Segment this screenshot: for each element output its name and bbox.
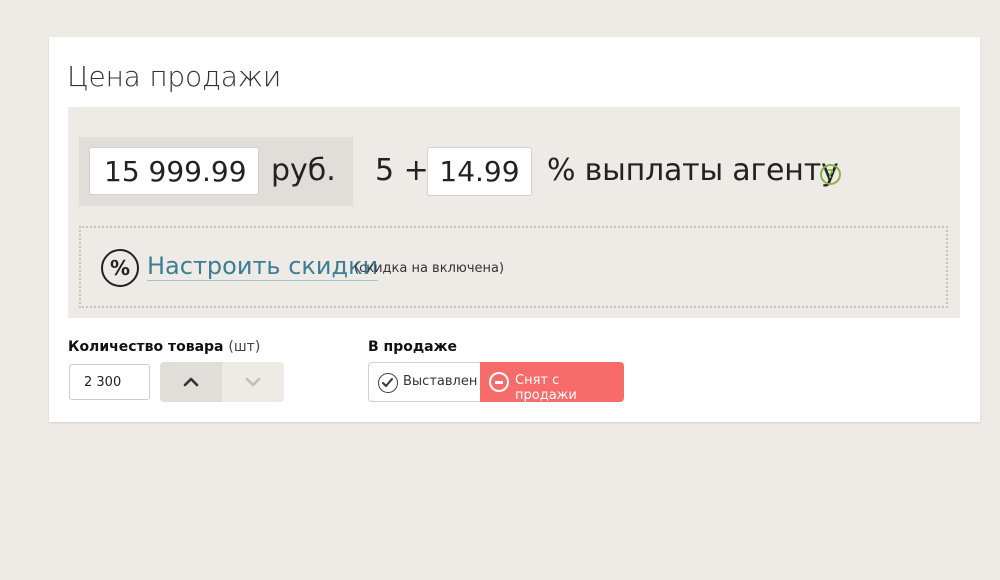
delisted-toggle-button[interactable]: Снят с продажи <box>480 362 624 403</box>
currency-label: руб. <box>271 153 336 188</box>
quantity-decrement-button[interactable] <box>222 362 284 402</box>
listed-toggle-button[interactable]: Выставлен <box>368 362 480 402</box>
configure-discounts-link[interactable]: Настроить скидки <box>147 252 379 281</box>
discount-box: % Настроить скидки (скидка на включена) <box>79 226 948 308</box>
agent-fee-base: 5 + <box>375 153 429 188</box>
agent-fee-input[interactable] <box>427 147 532 196</box>
quantity-label-text: Количество товара <box>68 339 224 355</box>
quantity-input[interactable] <box>69 364 150 400</box>
quantity-increment-button[interactable] <box>160 362 222 402</box>
price-input[interactable] <box>89 147 259 195</box>
listed-label: Выставлен <box>403 374 478 389</box>
price-card: Цена продажи руб. 5 + % выплаты агенту ?… <box>49 37 980 422</box>
price-panel: руб. 5 + % выплаты агенту ? % Настроить … <box>68 107 960 318</box>
discount-status-note: (скидка на включена) <box>354 261 505 276</box>
price-box: руб. <box>79 137 353 206</box>
page-title: Цена продажи <box>67 60 282 93</box>
check-circle-icon <box>378 373 398 393</box>
help-icon[interactable]: ? <box>820 164 841 185</box>
quantity-label: Количество товара (шт) <box>68 339 260 355</box>
sale-status-label: В продаже <box>368 339 458 355</box>
minus-circle-icon <box>489 372 509 392</box>
quantity-unit: (шт) <box>228 339 261 355</box>
chevron-up-icon <box>183 377 199 387</box>
percent-icon: % <box>101 249 139 287</box>
agent-fee-label: % выплаты агенту <box>547 153 839 188</box>
delisted-label: Снят с продажи <box>515 373 577 403</box>
chevron-down-icon <box>245 377 261 387</box>
